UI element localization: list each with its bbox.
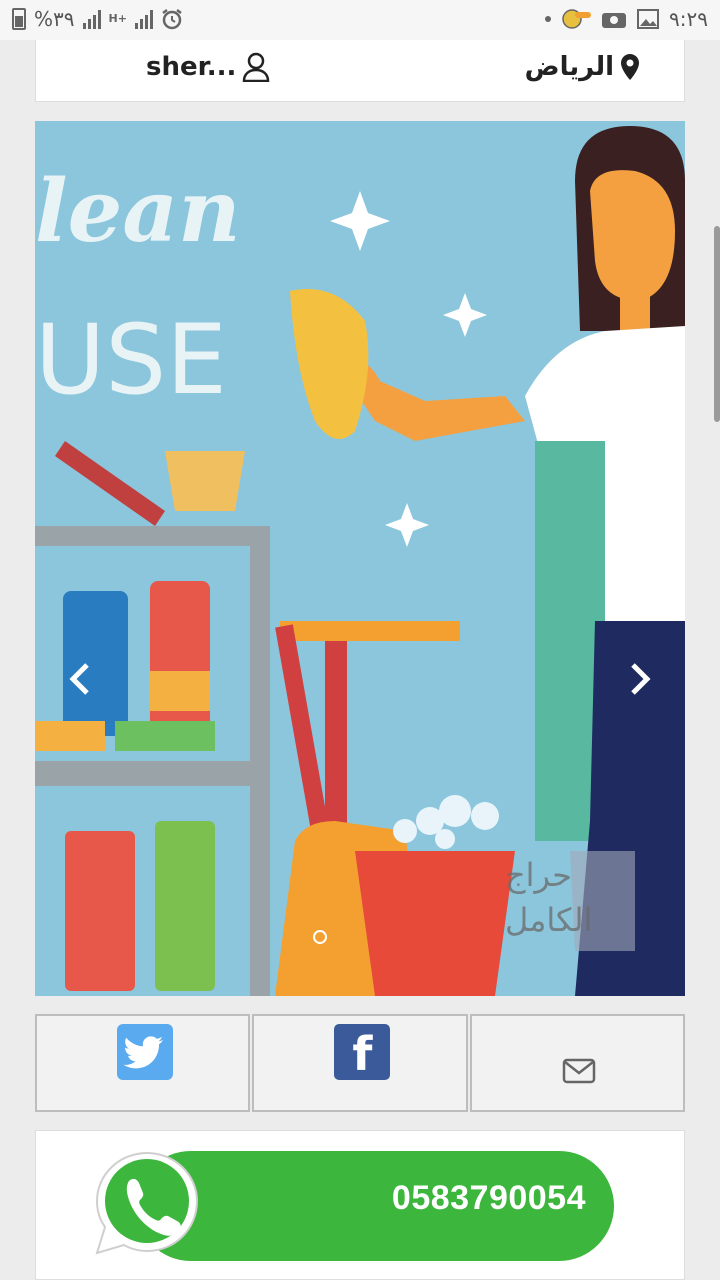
signal-icon-2: [134, 9, 153, 29]
gallery-icon: [637, 9, 660, 29]
watermark-line2: الكامل: [505, 901, 592, 939]
user-icon: [243, 52, 270, 82]
whatsapp-button[interactable]: 0583790054: [136, 1151, 614, 1261]
location[interactable]: الرياض: [525, 52, 640, 82]
watermark-line1: حراج: [505, 856, 572, 894]
mail-icon: [562, 1058, 595, 1084]
email-share-button[interactable]: [469, 1014, 685, 1112]
location-text: الرياض: [524, 52, 614, 82]
status-bar: %٣٩ H+ ٩:٢٩: [0, 0, 720, 40]
image-text-bottom: USE: [35, 304, 227, 416]
signal-icon: [82, 9, 101, 29]
user-link[interactable]: sher...: [146, 52, 270, 82]
contact-card: 0583790054: [35, 1130, 685, 1280]
page-scrollbar[interactable]: [714, 226, 720, 422]
clock: ٩:٢٩: [669, 7, 708, 31]
status-right: ٩:٢٩: [545, 7, 708, 31]
slide-indicator[interactable]: [313, 930, 327, 944]
username: sher...: [146, 52, 237, 82]
notification-dot-icon: [545, 16, 552, 22]
twitter-icon: [117, 1024, 173, 1080]
map-pin-icon: [621, 54, 639, 80]
twitter-share-button[interactable]: [35, 1014, 251, 1112]
facebook-share-button[interactable]: f: [252, 1014, 468, 1112]
next-arrow-icon[interactable]: [621, 661, 657, 697]
image-slider[interactable]: lean USE حراج الكامل: [35, 121, 685, 996]
network-type: H+: [108, 12, 127, 25]
alarm-icon: [162, 9, 182, 30]
facebook-icon: f: [334, 1024, 391, 1081]
whatsapp-icon: [95, 1151, 199, 1255]
listing-info-card: الرياض sher...: [35, 40, 685, 102]
status-left: %٣٩ H+: [12, 7, 183, 31]
slide-image: lean USE حراج الكامل: [35, 121, 685, 996]
share-buttons: f: [35, 1014, 685, 1112]
app-notification-icon: [562, 9, 592, 29]
phone-number: 0583790054: [391, 1179, 586, 1217]
camera-notification-icon: [602, 13, 627, 28]
battery-icon: [12, 8, 26, 30]
battery-percent: %٣٩: [34, 7, 75, 31]
image-text-top: lean: [35, 161, 241, 262]
previous-arrow-icon[interactable]: [63, 661, 99, 697]
